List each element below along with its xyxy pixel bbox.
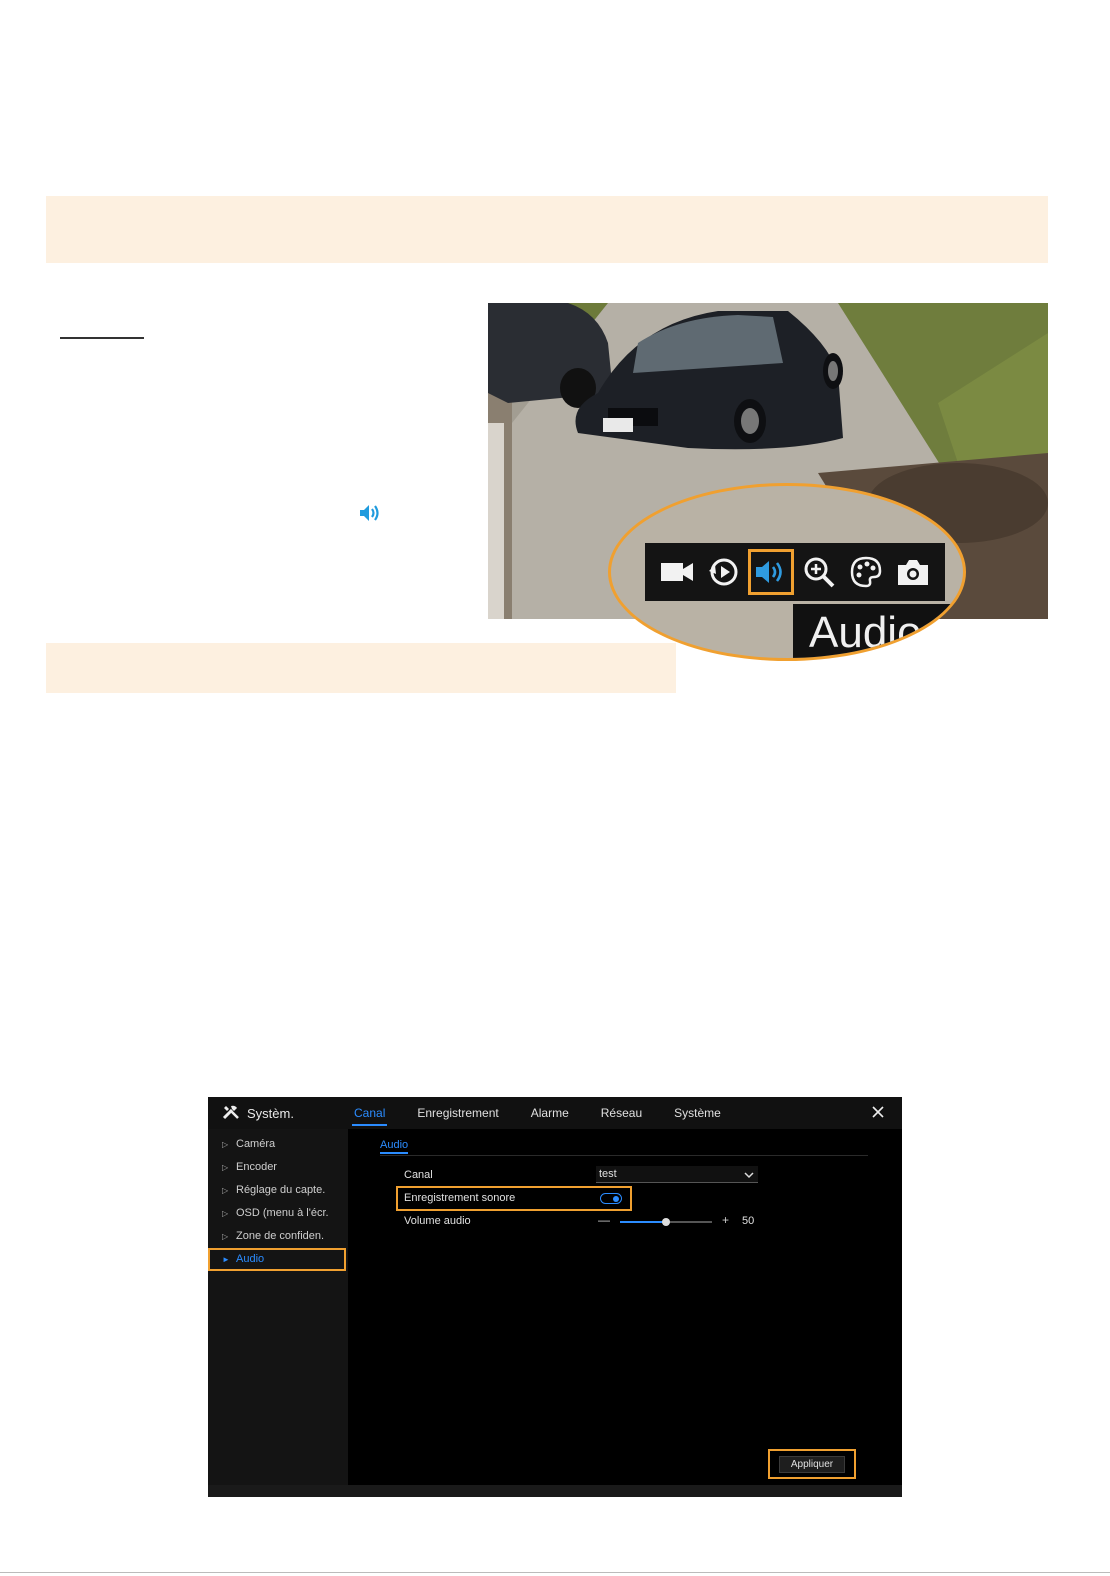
- volume-slider-fill: [620, 1221, 666, 1223]
- speaker-icon[interactable]: [748, 549, 795, 595]
- video-icon[interactable]: [657, 552, 697, 592]
- chevron-right-icon: ▷: [222, 1140, 229, 1149]
- dvr-sidebar: ▷ Caméra ▷ Encoder ▷ Réglage du capte. ▷…: [208, 1129, 348, 1485]
- volume-label: Volume audio: [404, 1215, 471, 1227]
- playback-icon[interactable]: [704, 552, 744, 592]
- zoom-in-icon[interactable]: [799, 552, 839, 592]
- volume-slider[interactable]: [620, 1218, 712, 1226]
- audio-tooltip: Audio: [793, 604, 953, 658]
- tab-canal[interactable]: Canal: [338, 1097, 401, 1129]
- sidebar-item-camera[interactable]: ▷ Caméra: [208, 1133, 348, 1156]
- section-divider: [380, 1155, 868, 1156]
- color-palette-icon[interactable]: [846, 552, 886, 592]
- dvr-brand-label: Systèm.: [247, 1105, 294, 1121]
- chevron-right-icon: ▷: [222, 1209, 229, 1218]
- tab-alarme[interactable]: Alarme: [515, 1097, 585, 1129]
- sidebar-item-label: OSD (menu à l'écr.: [236, 1207, 329, 1219]
- chevron-right-icon: ▷: [222, 1163, 229, 1172]
- speaker-icon: [358, 502, 384, 524]
- close-icon[interactable]: [870, 1104, 886, 1120]
- canal-select[interactable]: test: [596, 1166, 758, 1183]
- sound-recording-toggle[interactable]: [600, 1193, 622, 1204]
- tab-systeme[interactable]: Système: [658, 1097, 737, 1129]
- dvr-main-panel: Audio Canal test Enregistrement sonore V…: [348, 1129, 902, 1485]
- tab-reseau[interactable]: Réseau: [585, 1097, 658, 1129]
- sidebar-item-privacy-zone[interactable]: ▷ Zone de confiden.: [208, 1225, 348, 1248]
- sidebar-item-osd[interactable]: ▷ OSD (menu à l'écr.: [208, 1202, 348, 1225]
- camera-snapshot-icon[interactable]: [893, 552, 933, 592]
- sidebar-item-label: Encoder: [236, 1161, 277, 1173]
- dvr-bottom-bar: [208, 1485, 902, 1497]
- volume-value: 50: [742, 1215, 755, 1227]
- tab-enregistrement[interactable]: Enregistrement: [401, 1097, 514, 1129]
- play-arrow-icon: ►: [222, 1255, 230, 1264]
- zoom-callout: Audio: [608, 483, 966, 661]
- underline-mark: [60, 337, 144, 339]
- dvr-top-bar: Systèm. Canal Enregistrement Alarme Rése…: [208, 1097, 902, 1129]
- apply-button[interactable]: Appliquer: [779, 1456, 845, 1473]
- camera-toolbar: [645, 543, 945, 601]
- sidebar-item-audio[interactable]: ► Audio: [208, 1248, 346, 1271]
- sidebar-item-encoder[interactable]: ▷ Encoder: [208, 1156, 348, 1179]
- canal-label: Canal: [404, 1169, 433, 1181]
- sidebar-item-label: Zone de confiden.: [236, 1230, 325, 1242]
- note-box-top: [46, 196, 1048, 263]
- volume-plus-button[interactable]: +: [722, 1213, 729, 1227]
- highlight-box: Appliquer: [768, 1449, 856, 1479]
- chevron-right-icon: ▷: [222, 1186, 229, 1195]
- sidebar-item-label: Audio: [236, 1253, 265, 1265]
- footer-rule: [0, 1572, 1110, 1573]
- sound-recording-label: Enregistrement sonore: [404, 1192, 516, 1204]
- volume-minus-button[interactable]: —: [598, 1213, 610, 1227]
- sidebar-item-label: Caméra: [236, 1138, 276, 1150]
- chevron-right-icon: ▷: [222, 1232, 229, 1241]
- dvr-brand: Systèm.: [208, 1104, 338, 1123]
- chevron-down-icon: [744, 1169, 754, 1179]
- sidebar-item-label: Réglage du capte.: [236, 1184, 326, 1196]
- volume-slider-thumb[interactable]: [662, 1218, 670, 1226]
- sidebar-item-sensor-settings[interactable]: ▷ Réglage du capte.: [208, 1179, 348, 1202]
- dvr-settings-window: Systèm. Canal Enregistrement Alarme Rése…: [208, 1097, 902, 1497]
- tab-audio[interactable]: Audio: [380, 1139, 409, 1154]
- canal-select-value: test: [599, 1168, 617, 1180]
- note-box-bottom: [46, 643, 676, 693]
- tools-icon: [222, 1104, 240, 1123]
